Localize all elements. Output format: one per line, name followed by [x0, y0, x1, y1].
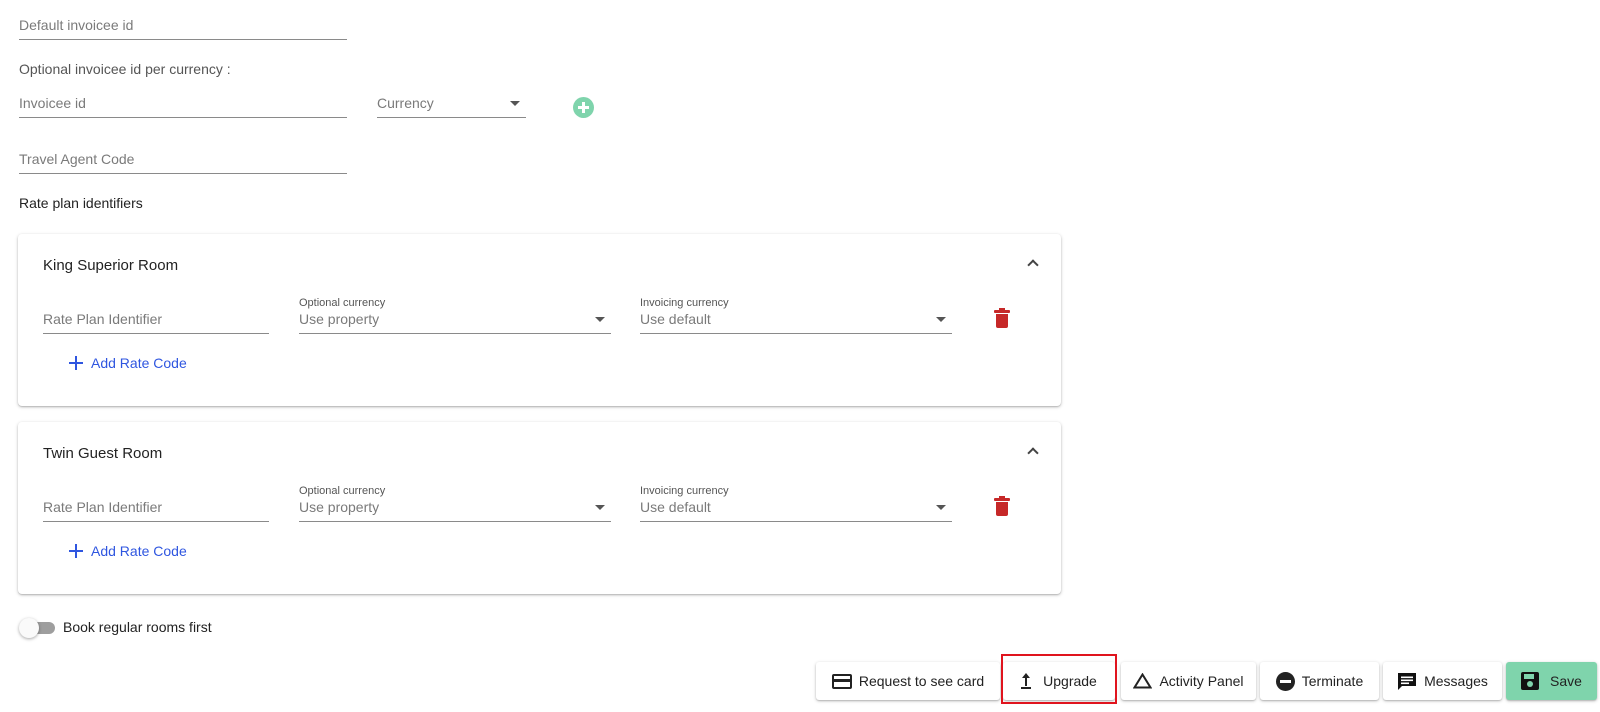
optional-currency-value: Use property: [299, 499, 380, 515]
rate-plan-identifier-field[interactable]: Rate Plan Identifier: [43, 494, 269, 522]
optional-currency-select[interactable]: Use property: [299, 494, 611, 522]
chevron-down-icon: [510, 101, 520, 106]
activity-panel-button[interactable]: Activity Panel: [1121, 662, 1256, 700]
add-rate-code-label: Add Rate Code: [91, 543, 187, 559]
rate-plan-placeholder: Rate Plan Identifier: [43, 311, 163, 327]
travel-agent-placeholder: Travel Agent Code: [19, 151, 135, 167]
invoicing-currency-value: Use default: [640, 311, 711, 327]
trash-icon[interactable]: [994, 308, 1010, 328]
travel-agent-code-field[interactable]: Travel Agent Code: [19, 146, 347, 174]
invoicee-id-placeholder: Invoicee id: [19, 95, 86, 111]
add-rate-code-label: Add Rate Code: [91, 355, 187, 371]
chevron-down-icon: [595, 505, 605, 510]
room-card-king-superior: King Superior Room Rate Plan Identifier …: [18, 234, 1061, 406]
rate-plan-placeholder: Rate Plan Identifier: [43, 499, 163, 515]
message-icon: [1398, 672, 1417, 690]
floppy-disk-icon: [1521, 672, 1540, 690]
default-invoicee-placeholder: Default invoicee id: [19, 17, 134, 33]
save-label: Save: [1550, 673, 1582, 689]
add-rate-code-button[interactable]: Add Rate Code: [63, 355, 187, 371]
invoicee-id-field[interactable]: Invoicee id: [19, 90, 347, 118]
terminate-label: Terminate: [1301, 673, 1364, 689]
invoicing-currency-value: Use default: [640, 499, 711, 515]
minus-circle-icon: [1275, 671, 1295, 691]
invoicing-currency-select[interactable]: Use default: [640, 494, 952, 522]
terminate-button[interactable]: Terminate: [1260, 662, 1379, 700]
default-invoicee-field[interactable]: Default invoicee id: [19, 12, 347, 40]
rate-plan-section-label: Rate plan identifiers: [19, 195, 143, 211]
save-button[interactable]: Save: [1506, 662, 1597, 700]
room-title: King Superior Room: [43, 257, 179, 274]
currency-placeholder: Currency: [377, 95, 434, 111]
chevron-up-icon[interactable]: [1027, 259, 1039, 271]
credit-card-icon: [831, 673, 852, 689]
activity-panel-label: Activity Panel: [1159, 673, 1244, 689]
chevron-down-icon: [936, 505, 946, 510]
invoicing-currency-select[interactable]: Use default: [640, 306, 952, 334]
rate-plan-identifier-field[interactable]: Rate Plan Identifier: [43, 306, 269, 334]
book-regular-rooms-toggle[interactable]: [19, 618, 55, 638]
messages-button[interactable]: Messages: [1383, 662, 1502, 700]
plus-icon: [69, 356, 83, 370]
optional-invoicee-label: Optional invoicee id per currency :: [19, 61, 231, 77]
chevron-down-icon: [595, 317, 605, 322]
request-card-button[interactable]: Request to see card: [816, 662, 1000, 700]
book-regular-rooms-label: Book regular rooms first: [63, 619, 212, 635]
plus-icon: [69, 544, 83, 558]
trash-icon[interactable]: [994, 496, 1010, 516]
add-circle-icon[interactable]: [573, 97, 594, 118]
optional-currency-select[interactable]: Use property: [299, 306, 611, 334]
highlight-box: [1001, 654, 1117, 704]
request-card-label: Request to see card: [858, 673, 985, 689]
currency-select[interactable]: Currency: [377, 90, 526, 118]
room-card-twin-guest: Twin Guest Room Rate Plan Identifier Opt…: [18, 422, 1061, 594]
optional-currency-value: Use property: [299, 311, 380, 327]
chevron-up-icon[interactable]: [1027, 447, 1039, 459]
triangle-icon: [1133, 673, 1153, 689]
messages-label: Messages: [1424, 673, 1488, 689]
chevron-down-icon: [936, 317, 946, 322]
room-title: Twin Guest Room: [43, 445, 163, 462]
add-rate-code-button[interactable]: Add Rate Code: [63, 543, 187, 559]
